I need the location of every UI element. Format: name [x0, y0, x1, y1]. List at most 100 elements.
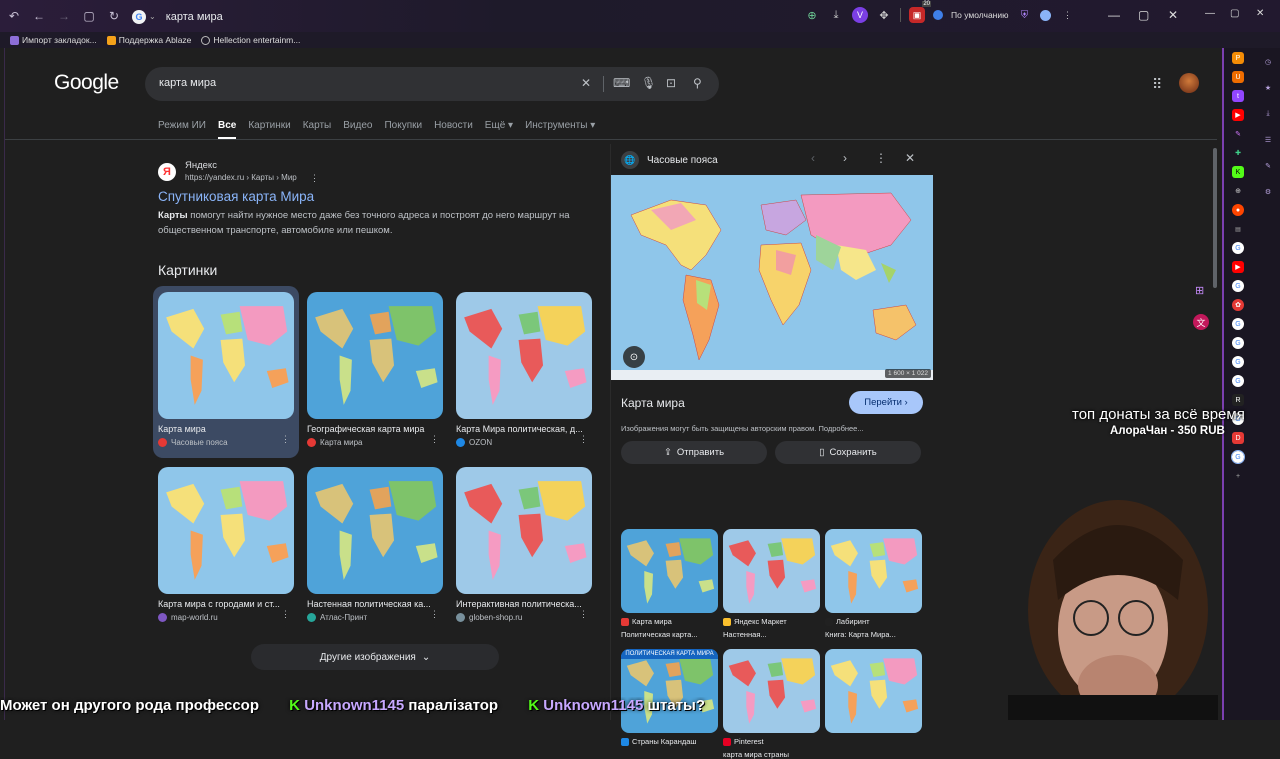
panel-source[interactable]: Часовые пояса — [647, 155, 718, 166]
tab-shopping[interactable]: Покупки — [384, 120, 422, 139]
google-icon[interactable]: G — [1232, 337, 1244, 349]
tab-news[interactable]: Новости — [434, 120, 473, 139]
google-logo[interactable]: Google — [54, 71, 119, 95]
related-thumbnail[interactable] — [825, 649, 922, 733]
extension-v-icon[interactable]: V — [852, 7, 868, 23]
edit-icon[interactable]: ✎ — [1262, 160, 1274, 172]
minimize-button[interactable]: — — [1108, 8, 1120, 22]
more-options-icon[interactable]: ⋮ — [430, 434, 439, 445]
tab-more[interactable]: Ещё ▾ — [485, 120, 513, 139]
globe-icon[interactable]: ⊕ — [1232, 185, 1244, 197]
menu-icon[interactable]: ⋮ — [1059, 7, 1075, 23]
close-button[interactable]: ✕ — [1168, 8, 1178, 22]
tab-video[interactable]: Видео — [343, 120, 372, 139]
related-image[interactable] — [825, 649, 922, 733]
download-icon[interactable]: ⤓ — [828, 7, 844, 23]
youtube-icon[interactable]: ▶ — [1232, 261, 1244, 273]
image-source[interactable]: Атлас-Принт — [307, 613, 443, 622]
sidebar-app-icon[interactable]: ▤ — [1232, 223, 1244, 235]
back-icon[interactable]: ← — [28, 5, 50, 27]
more-images-button[interactable]: Другие изображения ⌄ — [251, 644, 499, 670]
google-icon[interactable]: G — [1232, 280, 1244, 292]
address-bar[interactable]: G ⌄ карта мира — [128, 6, 818, 27]
forward-icon[interactable]: → — [53, 5, 75, 27]
search-input[interactable]: карта мира — [159, 77, 216, 89]
related-thumbnail[interactable] — [723, 649, 820, 733]
sidebar-toggle-icon[interactable]: ▢ — [78, 5, 100, 27]
related-source[interactable]: Карта мира — [621, 617, 718, 626]
translate-float-icon[interactable]: 文 — [1193, 314, 1209, 330]
more-options-icon[interactable]: ⋮ — [875, 151, 887, 165]
sidebar-app-icon[interactable]: U — [1232, 71, 1244, 83]
keyboard-icon[interactable]: ⌨ — [613, 76, 630, 90]
settings-icon[interactable]: ⚙ — [1262, 186, 1274, 198]
related-title[interactable]: Книга: Карта Мира... — [825, 630, 922, 639]
share-button[interactable]: ⇪ Отправить — [621, 441, 767, 464]
image-caption[interactable]: Географическая карта мира — [307, 424, 435, 434]
pen-icon[interactable]: ✎ — [1232, 128, 1244, 140]
bookmark-ablaze[interactable]: Поддержка Ablaze — [106, 35, 191, 45]
related-image[interactable]: Яндекс Маркет Настенная... — [723, 529, 820, 639]
microphone-icon[interactable]: 🎙 — [641, 76, 656, 90]
tab-maps[interactable]: Карты — [303, 120, 332, 139]
shield-icon[interactable]: ⛨ — [1016, 7, 1032, 23]
image-caption[interactable]: Карта мира — [158, 424, 286, 434]
preview-image[interactable]: ⊙ 1 600 × 1 022 — [611, 175, 933, 380]
bookmark-hellection[interactable]: Hellection entertainm... — [201, 35, 300, 45]
google-icon[interactable]: G — [1232, 318, 1244, 330]
page-scrollbar[interactable] — [1213, 148, 1217, 288]
related-title[interactable]: карта мира страны — [723, 750, 820, 759]
tab-all[interactable]: Все — [217, 120, 237, 139]
maximize-button[interactable]: ▢ — [1138, 8, 1149, 22]
google-icon[interactable]: G — [1232, 356, 1244, 368]
image-thumbnail[interactable] — [456, 292, 592, 419]
related-source[interactable]: Яндекс Маркет — [723, 617, 820, 626]
related-thumbnail[interactable]: ПОЛИТИЧЕСКАЯ КАРТА МИРА — [621, 649, 718, 733]
clear-icon[interactable]: ✕ — [581, 76, 591, 90]
tab-images[interactable]: Картинки — [248, 120, 290, 139]
result-breadcrumb[interactable]: https://yandex.ru › Карты › Мир — [185, 173, 297, 182]
account-icon[interactable] — [1040, 9, 1052, 21]
bookmark-import[interactable]: Импорт закладок... — [10, 35, 97, 45]
kick-icon[interactable]: K — [1232, 166, 1244, 178]
image-result[interactable]: Географическая карта мира Карта мира ⋮ — [307, 292, 443, 447]
add-icon[interactable]: + — [1232, 470, 1244, 482]
reddit-icon[interactable]: ● — [1232, 204, 1244, 216]
related-thumbnail[interactable] — [723, 529, 820, 613]
history-icon[interactable]: ☰ — [1262, 134, 1274, 146]
close-panel-icon[interactable]: ✕ — [905, 151, 915, 165]
more-options-icon[interactable]: ⋮ — [430, 609, 439, 620]
image-source[interactable]: OZON — [456, 438, 592, 447]
google-icon[interactable]: G — [1231, 450, 1245, 464]
apps-float-icon[interactable]: ⊞ — [1195, 284, 1204, 297]
image-caption[interactable]: Интерактивная политическа... — [456, 599, 584, 609]
apps-grid-icon[interactable]: ⠿ — [1152, 76, 1162, 93]
more-options-icon[interactable]: ⋮ — [281, 609, 290, 620]
lens-icon[interactable]: ⊡ — [666, 76, 676, 90]
image-thumbnail[interactable] — [307, 292, 443, 419]
sidebar-app-icon[interactable]: D — [1232, 432, 1244, 444]
panel-minimize-button[interactable]: — — [1205, 8, 1215, 19]
image-result[interactable]: Карта Мира политическая, д... OZON ⋮ — [456, 292, 592, 447]
profile-label[interactable]: По умолчанию — [951, 10, 1008, 20]
image-result[interactable]: Настенная политическая ка... Атлас-Принт… — [307, 467, 443, 622]
search-icon[interactable]: ⚲ — [693, 76, 702, 90]
more-options-icon[interactable]: ⋮ — [579, 434, 588, 445]
result-title[interactable]: Спутниковая карта Мира — [158, 189, 314, 204]
image-caption[interactable]: Настенная политическая ка... — [307, 599, 435, 609]
sidebar-app-icon[interactable]: P — [1232, 52, 1244, 64]
prev-icon[interactable]: ‹ — [811, 151, 815, 165]
google-icon[interactable]: G — [1232, 375, 1244, 387]
image-caption[interactable]: Карта Мира политическая, д... — [456, 424, 584, 434]
sidebar-app-icon[interactable]: ✚ — [1232, 147, 1244, 159]
tab-tools[interactable]: Инструменты ▾ — [525, 120, 595, 139]
clock-icon[interactable]: ◷ — [1262, 56, 1274, 68]
image-result[interactable]: Карта мира с городами и ст... map-world.… — [158, 467, 294, 622]
history-back-icon[interactable]: ↶ — [3, 5, 25, 27]
panel-close-button[interactable]: ✕ — [1256, 8, 1264, 19]
twitch-icon[interactable]: t — [1232, 90, 1244, 102]
related-image[interactable]: Лабиринт Книга: Карта Мира... — [825, 529, 922, 639]
image-result[interactable]: Интерактивная политическа... globen-shop… — [456, 467, 592, 622]
reload-icon[interactable]: ↻ — [103, 5, 125, 27]
image-result[interactable]: Карта мира Часовые пояса ⋮ — [158, 292, 294, 447]
